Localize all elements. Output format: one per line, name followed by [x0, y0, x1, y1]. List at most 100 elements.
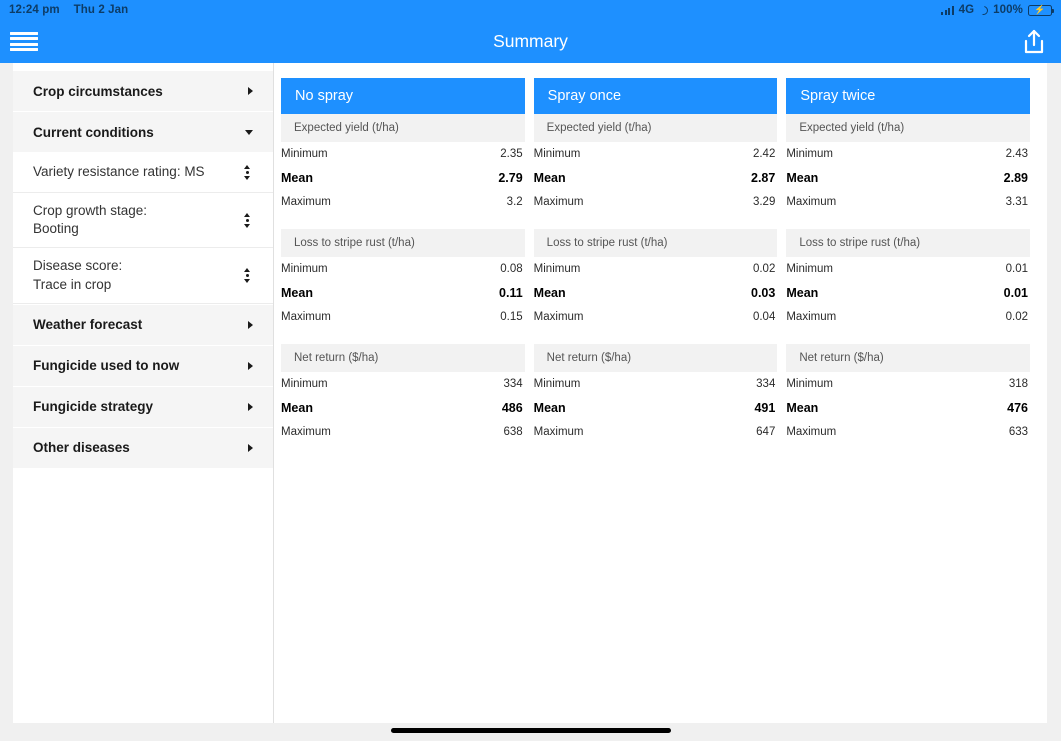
sidebar-section-fungicide-strategy[interactable]: Fungicide strategy — [13, 386, 273, 427]
row-label: Mean — [786, 401, 819, 415]
row-label: Minimum — [281, 147, 328, 160]
caret-down-icon — [245, 129, 253, 135]
row-label: Mean — [281, 171, 313, 185]
chevron-right-icon — [248, 320, 253, 329]
table-row: Mean 0.01 — [786, 281, 1030, 306]
table-row: Maximum 3.29 — [534, 191, 778, 215]
table-row: Minimum 2.35 — [281, 142, 525, 166]
status-bar-right: 4G 100% ⚡ — [941, 4, 1054, 16]
row-value: 0.15 — [500, 311, 523, 324]
hamburger-menu-icon[interactable] — [10, 31, 38, 52]
table-row: Minimum 334 — [534, 372, 778, 396]
table-row: Mean 476 — [786, 396, 1030, 421]
row-value: 647 — [756, 426, 776, 439]
metric-title: Loss to stripe rust (t/ha) — [533, 229, 778, 257]
sidebar-item-variety-resistance-rating[interactable]: Variety resistance rating: MS — [13, 153, 273, 193]
row-value: 318 — [1008, 377, 1029, 390]
metric-title: Net return ($/ha) — [786, 344, 1031, 372]
row-value: 2.87 — [751, 171, 776, 185]
row-value: 3.2 — [506, 196, 523, 209]
metric-title: Expected yield (t/ha) — [533, 114, 778, 142]
app-root: 12:24 pm Thu 2 Jan 4G 100% ⚡ Summary Cro… — [0, 0, 1061, 741]
row-value: 0.01 — [1003, 286, 1029, 300]
sidebar-section-label: Weather forecast — [33, 317, 143, 333]
stepper-icon[interactable] — [241, 165, 253, 180]
sidebar-item-label: Disease score: Trace in crop — [33, 258, 123, 292]
sidebar-item-disease-score[interactable]: Disease score: Trace in crop — [13, 248, 273, 304]
table-row: Minimum 0.08 — [281, 257, 525, 281]
status-battery-percent: 100% — [993, 4, 1023, 16]
card-title: Spray twice — [786, 78, 1031, 114]
status-date: Thu 2 Jan — [73, 4, 129, 16]
row-value: 0.03 — [751, 286, 776, 300]
row-value: 0.02 — [752, 262, 776, 275]
sidebar-section-label: Fungicide strategy — [33, 399, 154, 415]
metric-loss-to-stripe-rust: Loss to stripe rust (t/ha) Minimum 0.02 … — [533, 229, 778, 330]
row-value: 0.04 — [752, 311, 776, 324]
table-row: Minimum 0.02 — [534, 257, 778, 281]
metric-title: Net return ($/ha) — [533, 344, 778, 372]
row-label: Maximum — [281, 311, 331, 324]
row-value: 2.79 — [498, 171, 523, 185]
row-label: Mean — [786, 171, 819, 185]
table-row: Mean 2.87 — [534, 166, 778, 191]
sidebar-section-other-diseases[interactable]: Other diseases — [13, 427, 273, 468]
row-label: Mean — [281, 286, 313, 300]
table-row: Mean 2.79 — [281, 166, 525, 191]
charging-bolt-icon: ⚡ — [1034, 4, 1046, 15]
row-value: 638 — [503, 426, 523, 439]
battery-charging-icon: ⚡ — [1028, 4, 1054, 16]
table-row: Minimum 334 — [281, 372, 525, 396]
row-label: Maximum — [533, 311, 584, 324]
row-label: Maximum — [786, 426, 837, 439]
row-label: Minimum — [533, 377, 581, 390]
stepper-icon[interactable] — [241, 212, 253, 228]
page-title: Summary — [493, 31, 568, 51]
metric-title: Net return ($/ha) — [281, 344, 525, 372]
row-label: Maximum — [786, 196, 837, 209]
card-spray-once: Spray once Expected yield (t/ha) Minimum… — [533, 78, 778, 459]
row-label: Minimum — [533, 262, 581, 275]
sidebar-section-label: Current conditions — [33, 124, 154, 140]
metric-net-return: Net return ($/ha) Minimum 318 Mean 476 M… — [786, 344, 1031, 445]
metric-net-return: Net return ($/ha) Minimum 334 Mean 486 M… — [281, 344, 525, 444]
sidebar-section-label: Fungicide used to now — [33, 358, 180, 374]
sidebar-section-label: Crop circumstances — [33, 83, 163, 99]
table-row: Maximum 0.04 — [534, 306, 778, 330]
row-value: 0.08 — [500, 262, 523, 275]
table-row: Minimum 318 — [786, 372, 1030, 396]
table-row: Maximum 0.15 — [281, 306, 525, 330]
sidebar-item-label: Crop growth stage: Booting — [33, 203, 148, 237]
metric-expected-yield: Expected yield (t/ha) Minimum 2.35 Mean … — [281, 114, 525, 214]
sidebar-section-crop-circumstances[interactable]: Crop circumstances — [13, 71, 273, 111]
metric-net-return: Net return ($/ha) Minimum 334 Mean 491 M… — [533, 344, 778, 444]
sidebar-item-crop-growth-stage[interactable]: Crop growth stage: Booting — [13, 193, 273, 249]
metric-loss-to-stripe-rust: Loss to stripe rust (t/ha) Minimum 0.01 … — [786, 229, 1031, 329]
metric-title: Loss to stripe rust (t/ha) — [786, 229, 1031, 257]
table-row: Maximum 633 — [786, 421, 1030, 445]
row-value: 334 — [756, 377, 776, 390]
sidebar-section-label: Other diseases — [33, 440, 130, 456]
metric-title: Loss to stripe rust (t/ha) — [281, 229, 525, 257]
sidebar-section-fungicide-used-to-now[interactable]: Fungicide used to now — [13, 345, 273, 386]
row-label: Minimum — [786, 147, 833, 160]
summary-cards-area: No spray Expected yield (t/ha) Minimum 2… — [274, 63, 1047, 723]
share-icon[interactable] — [1021, 28, 1047, 56]
row-value: 2.43 — [1005, 147, 1029, 160]
row-label: Mean — [281, 401, 313, 415]
stepper-icon[interactable] — [241, 268, 253, 284]
row-label: Maximum — [786, 311, 837, 324]
table-row: Mean 0.03 — [534, 281, 778, 306]
row-value: 0.01 — [1005, 262, 1029, 275]
table-row: Mean 2.89 — [786, 166, 1030, 191]
sidebar-section-weather-forecast[interactable]: Weather forecast — [13, 304, 273, 345]
row-value: 476 — [1007, 401, 1029, 415]
chevron-right-icon — [248, 443, 253, 452]
row-label: Maximum — [281, 426, 331, 439]
home-indicator[interactable] — [390, 728, 671, 733]
card-title: No spray — [281, 78, 525, 114]
row-label: Maximum — [281, 196, 331, 209]
table-row: Maximum 3.2 — [281, 191, 525, 215]
sidebar-section-current-conditions[interactable]: Current conditions — [13, 112, 273, 152]
metric-title: Expected yield (t/ha) — [281, 114, 525, 142]
